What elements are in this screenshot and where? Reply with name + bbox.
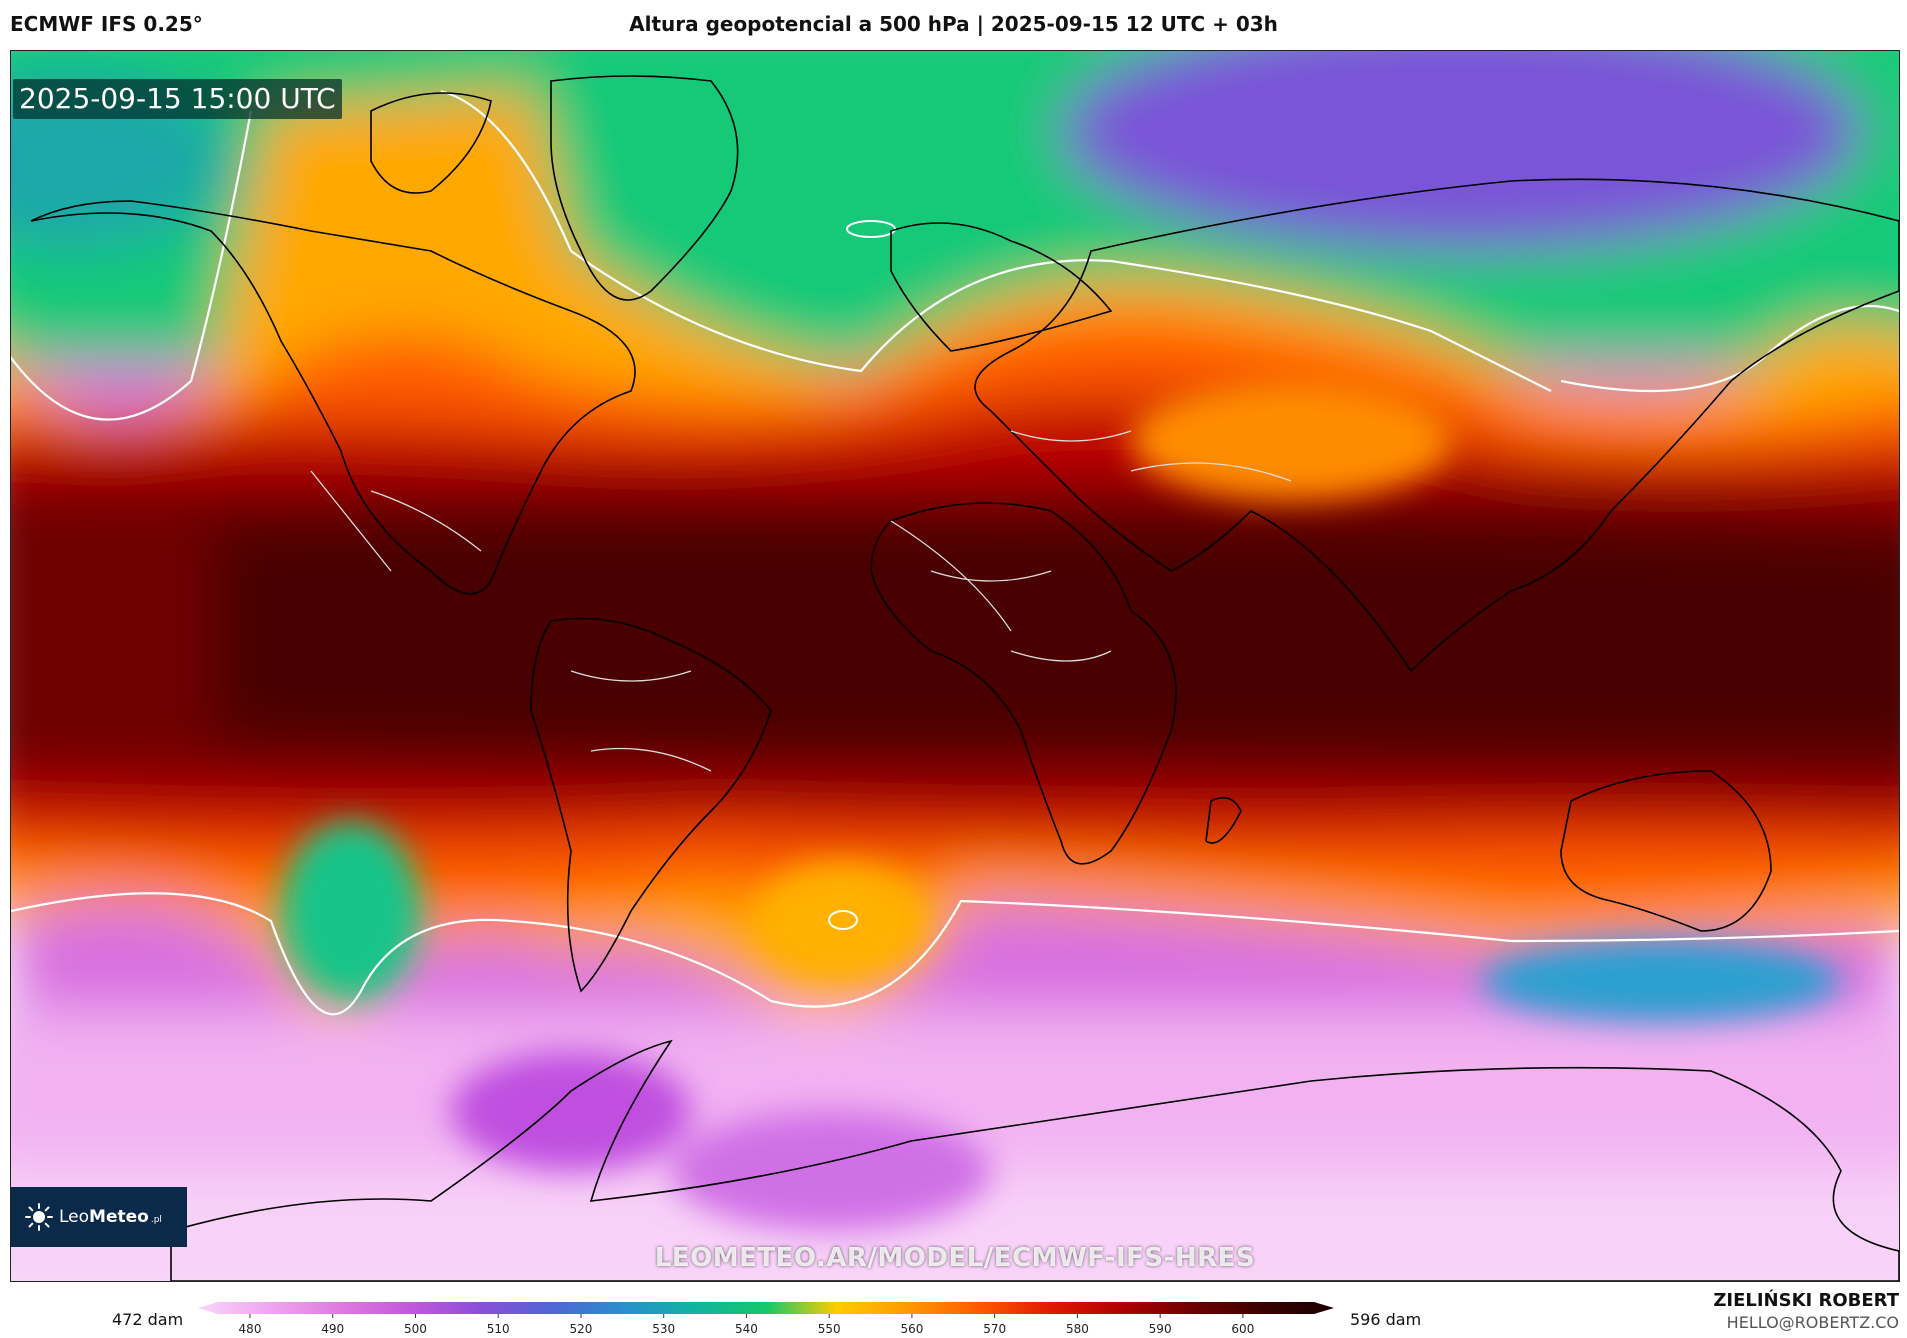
colorbar-tick-label: 560 [900, 1322, 923, 1336]
site-watermark: LEOMETEO.AR/MODEL/ECMWF-IFS-HRES [654, 1243, 1256, 1273]
geopotential-field [11, 51, 1899, 1281]
author-email[interactable]: HELLO@ROBERTZ.CO [1713, 1313, 1899, 1332]
colorbar-gradient [198, 1302, 1334, 1314]
colorbar-max-label: 596 dam [1350, 1310, 1422, 1329]
colorbar-tick-label: 480 [239, 1322, 262, 1336]
colorbar-tick-label: 530 [652, 1322, 675, 1336]
colorbar-tick-label: 540 [735, 1322, 758, 1336]
colorbar-tick-label: 590 [1149, 1322, 1172, 1336]
colorbar-tick-label: 570 [983, 1322, 1006, 1336]
colorbar-tick-label: 490 [321, 1322, 344, 1336]
colorbar-tick-label: 600 [1231, 1322, 1254, 1336]
colorbar-tick-label: 500 [404, 1322, 427, 1336]
sun-icon [25, 1203, 53, 1231]
colorbar-tick-label: 510 [487, 1322, 510, 1336]
colorbar-tick-label: 520 [570, 1322, 593, 1336]
logo-wordmark: LeoMeteo .pl [59, 1207, 162, 1227]
valid-time-badge: 2025-09-15 15:00 UTC [13, 79, 342, 119]
leometeo-logo[interactable]: LeoMeteo .pl [11, 1187, 187, 1247]
author-credit: ZIELIŃSKI ROBERT HELLO@ROBERTZ.CO [1713, 1290, 1899, 1332]
colorbar-tick-label: 580 [1066, 1322, 1089, 1336]
colorbar: 480 490 500 510 520 530 540 550 560 570 580 590 600 [198, 1302, 1334, 1336]
colorbar-min-label: 472 dam [112, 1310, 184, 1329]
colorbar-tick-label: 550 [818, 1322, 841, 1336]
author-name: ZIELIŃSKI ROBERT [1713, 1290, 1899, 1311]
map-title: Altura geopotencial a 500 hPa | 2025-09-… [629, 12, 1278, 36]
map-area[interactable]: 2025-09-15 15:00 UTC LeoMeteo .pl LEOMETE… [10, 50, 1900, 1282]
